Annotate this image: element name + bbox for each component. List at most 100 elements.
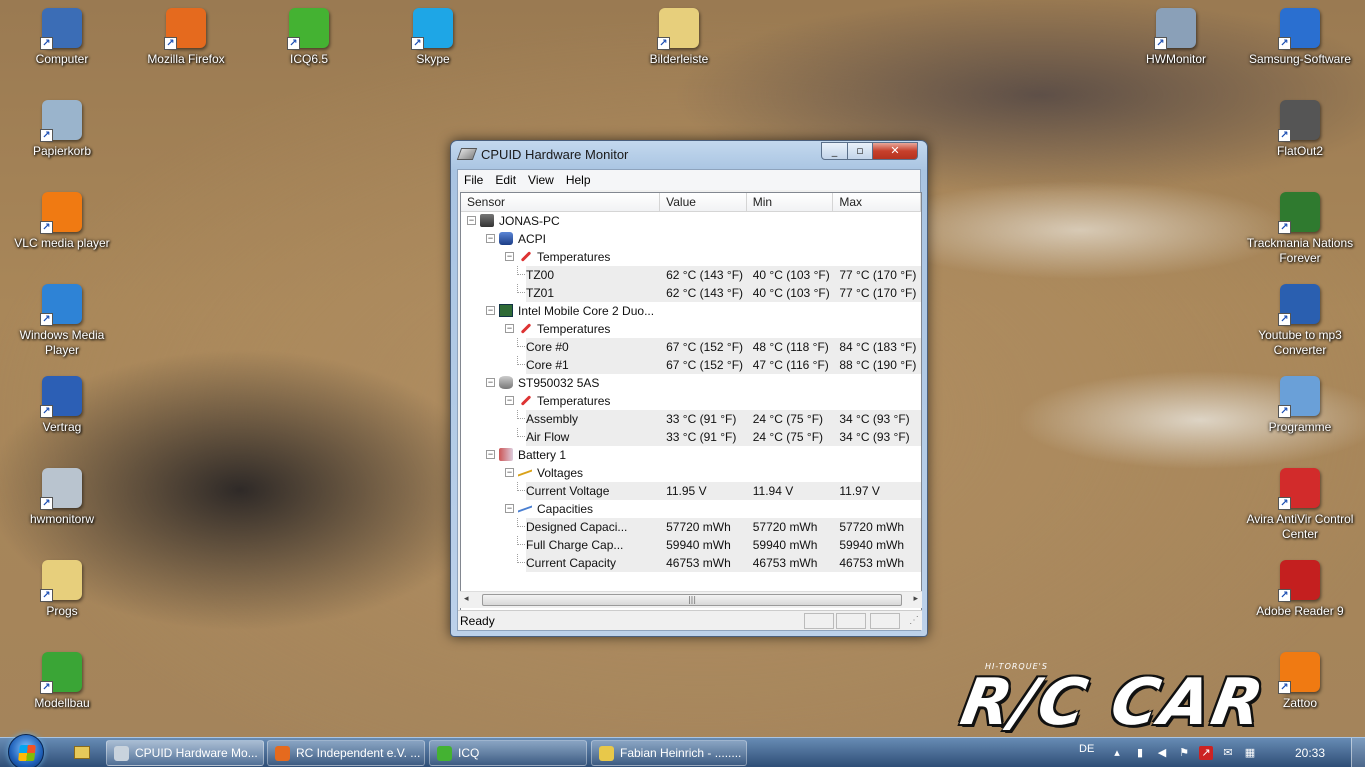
sensor-label: ST950032 5AS — [518, 376, 600, 390]
desktop-shortcut[interactable]: ↗ Papierkorb — [2, 94, 122, 180]
desktop-shortcut[interactable]: ↗ hwmonitorw — [2, 462, 122, 548]
hwmonitor-window[interactable]: CPUID Hardware Monitor _ ▫ ✕ File Edit V… — [450, 140, 928, 637]
sensor-reading-row[interactable]: TZ00 62 °C (143 °F) 40 °C (103 °F) 77 °C (1… — [461, 266, 921, 284]
desktop-shortcut[interactable]: ↗ Skype — [373, 2, 493, 88]
desktop-shortcut[interactable]: ↗ Youtube to mp3 Converter — [1240, 278, 1360, 364]
tree-node-row[interactable]: − JONAS-PC — [461, 212, 921, 230]
collapse-icon[interactable]: − — [505, 324, 514, 333]
sensor-reading-row[interactable]: Assembly 33 °C (91 °F) 24 °C (75 °F) 34 °C … — [461, 410, 921, 428]
menu-edit[interactable]: Edit — [489, 173, 522, 187]
sensor-label: Voltages — [537, 466, 584, 480]
desktop-shortcut[interactable]: ↗ Programme — [1240, 370, 1360, 456]
collapse-icon[interactable]: − — [505, 468, 514, 477]
language-indicator[interactable]: DE — [1079, 743, 1094, 755]
collapse-icon[interactable]: − — [467, 216, 476, 225]
tree-node-row[interactable]: − ST950032 5AS — [461, 374, 921, 392]
desktop-shortcut[interactable]: ↗ Progs — [2, 554, 122, 640]
maximize-button[interactable]: ▫ — [847, 142, 873, 160]
sensor-reading-row[interactable]: Core #1 67 °C (152 °F) 47 °C (116 °F) 88 °C… — [461, 356, 921, 374]
desktop-shortcut[interactable]: ↗ Computer — [2, 2, 122, 88]
desktop-shortcut[interactable]: ↗ Vertrag — [2, 370, 122, 456]
sensor-reading-row[interactable]: Full Charge Cap... 59940 mWh 59940 mWh 5994… — [461, 536, 921, 554]
sensor-reading-row[interactable]: Current Capacity 46753 mWh 46753 mWh 46753 … — [461, 554, 921, 572]
tree-node-row[interactable]: − Battery 1 — [461, 446, 921, 464]
status-pane — [870, 613, 900, 629]
resize-grip-icon[interactable]: ⋰ — [909, 615, 919, 626]
sensor-reading-row[interactable]: Current Voltage 11.95 V 11.94 V 11.97 V — [461, 482, 921, 500]
desktop-shortcut[interactable]: ↗ VLC media player — [2, 186, 122, 272]
menu-view[interactable]: View — [522, 173, 560, 187]
desktop-shortcut[interactable]: ↗ Modellbau — [2, 646, 122, 732]
taskbar-button[interactable]: CPUID Hardware Mo... — [106, 740, 264, 766]
sensor-reading-row[interactable]: TZ01 62 °C (143 °F) 40 °C (103 °F) 77 °C (1… — [461, 284, 921, 302]
desktop-icon-label: Trackmania Nations Forever — [1246, 236, 1354, 265]
menu-file[interactable]: File — [458, 173, 489, 187]
column-min[interactable]: Min — [747, 193, 834, 211]
network-icon[interactable]: ▮ — [1133, 746, 1147, 760]
sensor-reading-row[interactable]: Core #0 67 °C (152 °F) 48 °C (118 °F) 84 °C… — [461, 338, 921, 356]
desktop-shortcut[interactable]: ↗ Bilderleiste — [619, 2, 739, 88]
title-bar[interactable]: CPUID Hardware Monitor _ ▫ ✕ — [451, 141, 927, 169]
tree-node-row[interactable]: − ACPI — [461, 230, 921, 248]
collapse-icon[interactable]: − — [486, 306, 495, 315]
start-button[interactable] — [8, 734, 44, 767]
desktop-shortcut[interactable]: ↗ Windows Media Player — [2, 278, 122, 364]
tree-node-row[interactable]: − Temperatures — [461, 392, 921, 410]
tree-node-row[interactable]: − Temperatures — [461, 320, 921, 338]
recycle-bin-icon: ↗ — [40, 100, 82, 142]
horizontal-scrollbar[interactable]: ◂ ||| ▸ — [460, 591, 922, 608]
taskbar-button[interactable]: RC Independent e.V. ... — [267, 740, 425, 766]
scroll-left-icon[interactable]: ◂ — [464, 594, 469, 604]
column-value[interactable]: Value — [660, 193, 747, 211]
desktop-shortcut[interactable]: ↗ Adobe Reader 9 — [1240, 554, 1360, 640]
min-cell: 46753 mWh — [746, 554, 834, 572]
tree-node-row[interactable]: − Capacities — [461, 500, 921, 518]
taskbar-button[interactable]: ICQ — [429, 740, 587, 766]
action-center-icon[interactable]: ⚑ — [1177, 746, 1191, 760]
collapse-icon[interactable]: − — [486, 450, 495, 459]
show-desktop-button[interactable] — [1351, 738, 1365, 767]
desktop-shortcut[interactable]: ↗ Samsung-Software — [1240, 2, 1360, 88]
value-cell — [660, 374, 747, 392]
desktop-shortcut[interactable]: ↗ Mozilla Firefox — [126, 2, 246, 88]
hwmonitor-icon: ↗ — [1154, 8, 1196, 50]
scrollbar-thumb[interactable]: ||| — [482, 594, 902, 606]
collapse-icon[interactable]: − — [505, 504, 514, 513]
tray-expand-icon[interactable]: ▴ — [1110, 746, 1124, 760]
notification-icon[interactable]: ✉ — [1221, 746, 1235, 760]
desktop-icon-label: Computer — [35, 52, 89, 66]
minimize-button[interactable]: _ — [821, 142, 848, 160]
desktop-shortcut[interactable]: ↗ Zattoo — [1240, 646, 1360, 732]
tree-node-row[interactable]: − Voltages — [461, 464, 921, 482]
taskbar-button[interactable]: Fabian Heinrich - ........ — [591, 740, 747, 766]
sensor-cell: − Temperatures — [461, 248, 660, 266]
sensor-reading-row[interactable]: Designed Capaci... 57720 mWh 57720 mWh 5772… — [461, 518, 921, 536]
sensor-reading-row[interactable]: Air Flow 33 °C (91 °F) 24 °C (75 °F) 34 °C … — [461, 428, 921, 446]
shortcut-arrow-icon: ↗ — [1154, 37, 1167, 50]
menu-help[interactable]: Help — [560, 173, 597, 187]
column-sensor[interactable]: Sensor — [461, 193, 661, 211]
shortcut-arrow-icon: ↗ — [1278, 313, 1291, 326]
tree-node-row[interactable]: − Intel Mobile Core 2 Duo... — [461, 302, 921, 320]
collapse-icon[interactable]: − — [505, 252, 514, 261]
desktop-icon-label: Bilderleiste — [649, 52, 709, 66]
close-button[interactable]: ✕ — [872, 142, 918, 160]
desktop-shortcut[interactable]: ↗ ICQ6.5 — [249, 2, 369, 88]
collapse-icon[interactable]: − — [486, 234, 495, 243]
desktop-shortcut[interactable]: ↗ Avira AntiVir Control Center — [1240, 462, 1360, 548]
column-max[interactable]: Max — [833, 193, 921, 211]
desktop-shortcut[interactable]: ↗ HWMonitor — [1116, 2, 1236, 88]
collapse-icon[interactable]: − — [486, 378, 495, 387]
desktop-shortcut[interactable]: ↗ Trackmania Nations Forever — [1240, 186, 1360, 272]
sensor-tree-list[interactable]: Sensor Value Min Max − JONAS-PC − ACPI − Temp… — [460, 192, 922, 612]
tree-node-row[interactable]: − Temperatures — [461, 248, 921, 266]
collapse-icon[interactable]: − — [505, 396, 514, 405]
avira-tray-icon[interactable]: ↗ — [1199, 746, 1213, 760]
sensor-label: TZ00 — [526, 266, 661, 284]
clock[interactable]: 20:33 — [1295, 746, 1325, 760]
scroll-right-icon[interactable]: ▸ — [913, 594, 918, 604]
explorer-quicklaunch[interactable] — [68, 742, 96, 764]
volume-icon[interactable]: ◀ — [1155, 746, 1169, 760]
device-icon[interactable]: ▦ — [1243, 746, 1257, 760]
desktop-shortcut[interactable]: ↗ FlatOut2 — [1240, 94, 1360, 180]
